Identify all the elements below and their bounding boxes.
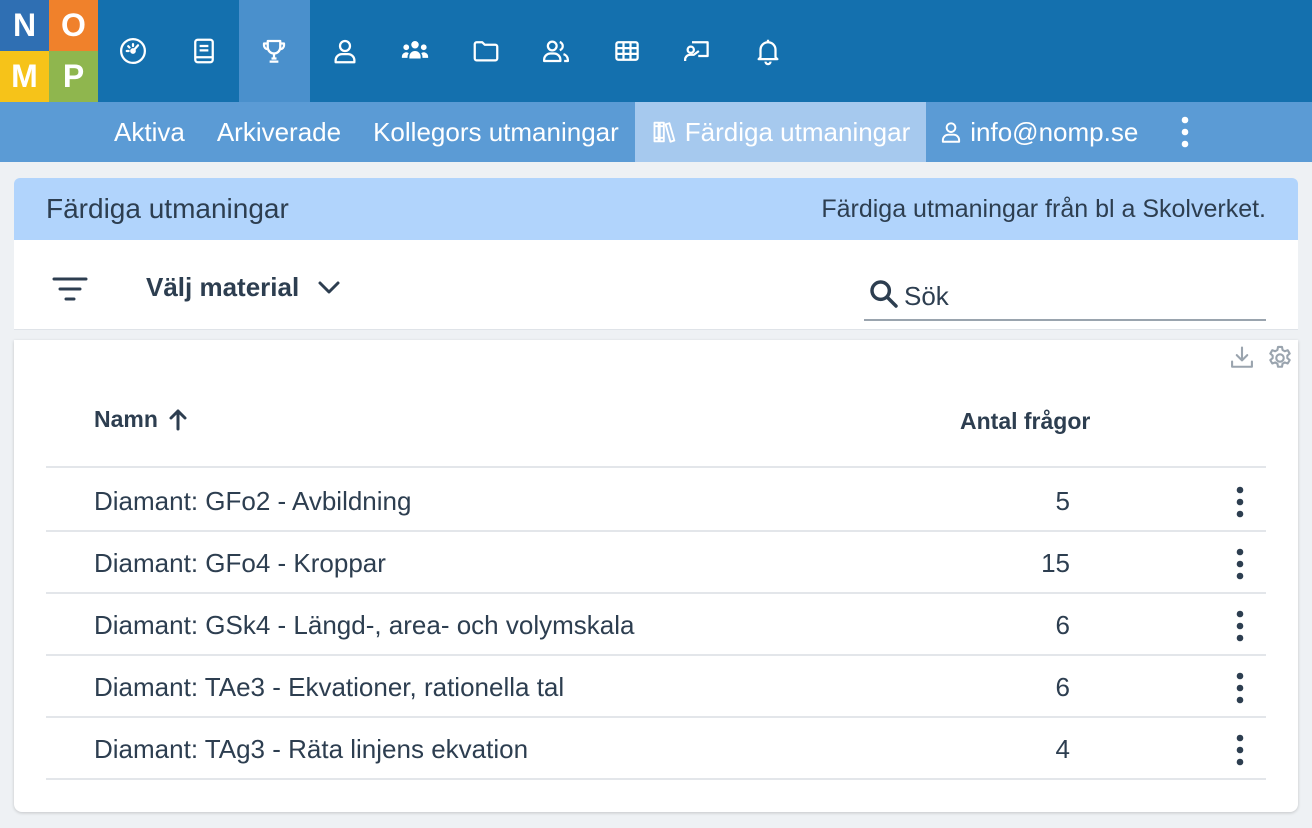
group-icon <box>402 41 429 59</box>
challenges-table-card: Namn Antal frågor Diamant: GFo2 - Avbild… <box>14 340 1298 812</box>
tab-aktiva[interactable]: Aktiva <box>98 102 201 162</box>
main-nav-icons <box>98 0 803 102</box>
more-vertical-icon <box>1236 672 1244 704</box>
bell-icon <box>757 39 779 66</box>
more-vertical-icon <box>1236 734 1244 766</box>
row-menu-button[interactable] <box>1228 670 1252 706</box>
nav-notifications[interactable] <box>733 0 804 102</box>
download-icon <box>1231 346 1253 368</box>
user-icon <box>942 122 961 143</box>
table-tools <box>1228 344 1294 372</box>
presentation-icon <box>684 41 709 61</box>
challenge-name: Diamant: TAg3 - Räta linjens ekvation <box>94 734 529 764</box>
table-row[interactable]: Diamant: GFo2 - Avbildning 5 <box>46 470 1266 532</box>
question-count: 15 <box>1041 548 1070 578</box>
question-count: 5 <box>1055 486 1070 516</box>
chevron-down-icon <box>318 281 340 293</box>
dashboard-icon <box>120 38 147 64</box>
row-menu-button[interactable] <box>1228 732 1252 768</box>
row-menu-button[interactable] <box>1228 546 1252 582</box>
page-description: Färdiga utmaningar från bl a Skolverket. <box>821 194 1266 223</box>
table-settings-button[interactable] <box>1266 344 1294 372</box>
nav-table[interactable] <box>592 0 663 102</box>
table-header: Namn Antal frågor <box>46 400 1266 468</box>
tab-label: Arkiverade <box>216 116 342 147</box>
nomp-logo[interactable]: N O M P <box>0 0 98 102</box>
column-header-question-count[interactable]: Antal frågor <box>960 408 1090 435</box>
table-row[interactable]: Diamant: TAe3 - Ekvationer, rationella t… <box>46 656 1266 718</box>
nav-folder[interactable] <box>451 0 522 102</box>
tab-kollegors-utmaningar[interactable]: Kollegors utmaningar <box>357 102 635 162</box>
nav-presentation[interactable] <box>662 0 733 102</box>
filter-toolbar: Välj material <box>14 240 1298 330</box>
top-navigation-bar: N O M P <box>0 0 1312 102</box>
challenge-name: Diamant: GFo2 - Avbildning <box>94 486 412 516</box>
nav-profile[interactable] <box>310 0 381 102</box>
filter-icon <box>52 277 88 301</box>
challenge-name: Diamant: GFo4 - Kroppar <box>94 548 386 578</box>
more-vertical-icon <box>1236 610 1244 642</box>
sort-ascending-icon <box>169 409 187 430</box>
row-menu-button[interactable] <box>1228 484 1252 520</box>
table-body: Diamant: GFo2 - Avbildning 5 Diamant: GF… <box>46 470 1266 780</box>
search-input[interactable] <box>904 275 1266 312</box>
nav-users[interactable] <box>521 0 592 102</box>
gear-icon <box>1269 345 1291 368</box>
more-vertical-icon <box>1236 548 1244 580</box>
user-icon <box>334 39 356 64</box>
users-icon <box>543 40 570 63</box>
challenge-name: Diamant: TAe3 - Ekvationer, rationella t… <box>94 672 565 702</box>
question-count: 4 <box>1055 734 1070 764</box>
user-account-menu[interactable]: info@nomp.se <box>926 102 1154 162</box>
nav-challenges[interactable] <box>239 0 310 102</box>
folder-icon <box>473 41 499 62</box>
sub-navigation-bar: Aktiva Arkiverade Kollegors utmaningar F… <box>0 102 1312 162</box>
book-icon <box>193 38 214 64</box>
table-row[interactable]: Diamant: TAg3 - Räta linjens ekvation 4 <box>46 718 1266 780</box>
question-count: 6 <box>1055 672 1070 702</box>
table-row[interactable]: Diamant: GSk4 - Längd-, area- och volyms… <box>46 594 1266 656</box>
trophy-icon <box>263 39 286 63</box>
tab-label: Aktiva <box>114 116 185 147</box>
filter-button[interactable] <box>52 276 88 304</box>
search-field <box>864 268 1266 321</box>
page-header-banner: Färdiga utmaningar Färdiga utmaningar fr… <box>14 178 1298 240</box>
logo-letter-n: N <box>0 0 49 51</box>
material-dropdown[interactable]: Välj material <box>146 272 341 303</box>
tab-fardiga-utmaningar[interactable]: Färdiga utmaningar <box>634 102 927 162</box>
question-count: 6 <box>1055 610 1070 640</box>
logo-letter-m: M <box>0 51 49 102</box>
logo-letter-p: P <box>49 51 98 102</box>
search-icon <box>870 279 898 308</box>
tab-arkiverade[interactable]: Arkiverade <box>201 102 357 162</box>
nav-dashboard[interactable] <box>98 0 169 102</box>
library-icon <box>653 121 676 143</box>
grid-icon <box>615 41 639 61</box>
column-header-label: Namn <box>94 406 158 432</box>
more-vertical-icon <box>1236 486 1244 518</box>
row-menu-button[interactable] <box>1228 608 1252 644</box>
user-email: info@nomp.se <box>970 116 1139 147</box>
challenge-name: Diamant: GSk4 - Längd-, area- och volyms… <box>94 610 635 640</box>
table-row[interactable]: Diamant: GFo4 - Kroppar 15 <box>46 532 1266 594</box>
more-options-button[interactable] <box>1162 102 1214 162</box>
download-button[interactable] <box>1228 344 1256 372</box>
nav-groups[interactable] <box>380 0 451 102</box>
material-dropdown-label: Välj material <box>146 272 300 302</box>
tab-label: Kollegors utmaningar <box>373 116 619 147</box>
more-vertical-icon <box>1182 116 1189 148</box>
nav-book[interactable] <box>169 0 240 102</box>
logo-letter-o: O <box>49 0 98 51</box>
page-title: Färdiga utmaningar <box>46 193 289 224</box>
column-header-name[interactable]: Namn <box>94 406 188 433</box>
tab-label: Färdiga utmaningar <box>684 116 911 147</box>
